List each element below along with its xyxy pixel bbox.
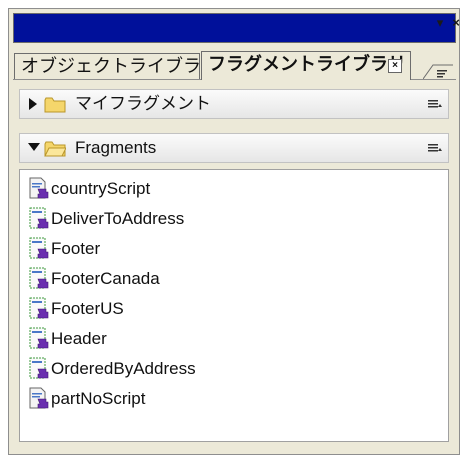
item-label: FooterUS: [51, 299, 124, 318]
fragment-icon: [29, 327, 49, 349]
list-item[interactable]: FooterCanada: [20, 264, 440, 294]
group-menu-icon[interactable]: [428, 143, 442, 153]
group-fragments[interactable]: Fragments: [19, 133, 449, 163]
tab-label: オブジェクトライブラリ: [21, 56, 219, 76]
fragment-library-panel: ▾ × オブジェクトライブラリ フラグメントライブラリ × マイフラグメント F…: [8, 8, 460, 455]
fragment-icon: [29, 207, 49, 229]
expand-arrow-icon[interactable]: [28, 98, 38, 110]
close-tab-icon[interactable]: ×: [388, 59, 402, 73]
panel-menu-icon[interactable]: ▾: [432, 13, 448, 33]
fragment-list: countryScript DeliverToAddress Footer Fo…: [19, 169, 449, 442]
list-item[interactable]: OrderedByAddress: [20, 354, 440, 384]
list-item[interactable]: Footer: [20, 234, 440, 264]
group-my-fragments[interactable]: マイフラグメント: [19, 89, 449, 119]
collapse-arrow-icon[interactable]: [28, 142, 40, 152]
item-label: FooterCanada: [51, 269, 160, 288]
script-icon: [29, 387, 49, 409]
group-label: Fragments: [75, 138, 157, 157]
list-item[interactable]: FooterUS: [20, 294, 440, 324]
folder-icon: [44, 97, 66, 113]
item-label: Header: [51, 329, 107, 348]
item-label: partNoScript: [51, 389, 146, 408]
fragment-icon: [29, 267, 49, 289]
tab-object-library[interactable]: オブジェクトライブラリ: [14, 53, 219, 79]
tab-fragment-library[interactable]: フラグメントライブラリ ×: [201, 51, 411, 80]
tab-label: フラグメントライブラリ: [208, 54, 406, 74]
fragment-icon: [29, 357, 49, 379]
tab-bar: オブジェクトライブラリ フラグメントライブラリ ×: [13, 49, 456, 80]
fragment-icon: [29, 297, 49, 319]
folder-open-icon: [44, 141, 66, 157]
item-label: countryScript: [51, 179, 151, 198]
panel-titlebar[interactable]: [13, 13, 456, 43]
item-label: OrderedByAddress: [51, 359, 196, 378]
fragment-icon: [29, 237, 49, 259]
script-icon: [29, 177, 49, 199]
item-label: Footer: [51, 239, 101, 258]
panel-close-icon[interactable]: ×: [448, 13, 464, 33]
list-item[interactable]: DeliverToAddress: [20, 204, 440, 234]
list-item[interactable]: partNoScript: [20, 384, 440, 414]
list-item[interactable]: Header: [20, 324, 440, 354]
tab-list-menu-icon[interactable]: [423, 59, 453, 79]
item-label: DeliverToAddress: [51, 209, 185, 228]
list-item[interactable]: countryScript: [20, 174, 440, 204]
group-menu-icon[interactable]: [428, 99, 442, 109]
group-label: マイフラグメント: [75, 94, 211, 113]
